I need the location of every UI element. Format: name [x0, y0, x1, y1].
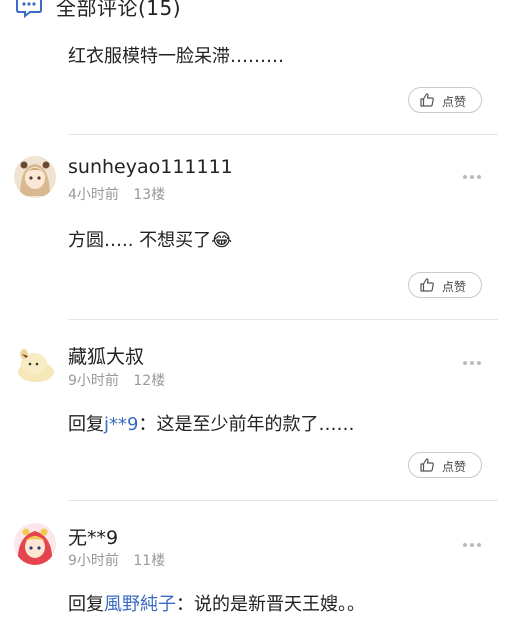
thumbs-up-icon — [420, 458, 434, 472]
comment-text: 红衣服模特一脸呆滞……… — [68, 46, 284, 67]
page-title: 全部评论(15) — [56, 0, 182, 20]
thumbs-up-icon — [420, 93, 434, 107]
comment-meta: 9小时前 11楼 — [68, 550, 175, 570]
more-options-icon[interactable] — [463, 350, 485, 365]
comment-text: 回复風野純子：说的是新晋天王嫂。。 — [68, 594, 365, 615]
comment-time: 9小时前 — [68, 553, 119, 569]
comments-header: 全部评论(15) — [0, 0, 514, 22]
comment-floor: 13楼 — [133, 187, 166, 203]
comment-time: 9小时前 — [68, 373, 119, 389]
more-options-icon[interactable] — [463, 164, 485, 179]
more-options-icon[interactable] — [463, 532, 485, 547]
like-label: 点赞 — [442, 460, 467, 474]
divider — [68, 134, 498, 135]
reply-to-user-link[interactable]: 風野純子 — [104, 594, 176, 615]
avatar[interactable] — [14, 342, 56, 384]
comment-text: 回复j**9：这是至少前年的款了…… — [68, 414, 355, 435]
comment-icon — [16, 0, 42, 18]
anime-girl-avatar-icon — [14, 156, 56, 198]
username[interactable]: 无**9 — [68, 523, 118, 550]
like-button[interactable]: 点赞 — [408, 87, 482, 113]
comment-floor: 11楼 — [133, 553, 166, 569]
avatar[interactable] — [14, 523, 56, 565]
like-label: 点赞 — [442, 95, 467, 109]
like-label: 点赞 — [442, 280, 467, 294]
sailor-moon-avatar-icon — [14, 523, 56, 565]
username[interactable]: 藏狐大叔 — [68, 342, 144, 369]
laughing-emoji-icon: 😂 — [211, 230, 233, 251]
divider — [68, 500, 498, 501]
like-button[interactable]: 点赞 — [408, 452, 482, 478]
reply-to-user-link[interactable]: j**9 — [104, 414, 138, 435]
comment-meta: 9小时前 12楼 — [68, 370, 175, 390]
comment-time: 4小时前 — [68, 187, 119, 203]
like-button[interactable]: 点赞 — [408, 272, 482, 298]
thumbs-up-icon — [420, 278, 434, 292]
username[interactable]: sunheyao111111 — [68, 156, 233, 178]
divider — [68, 319, 498, 320]
yellow-bear-avatar-icon — [18, 349, 54, 382]
avatar[interactable] — [14, 156, 56, 198]
comment-text: 方圆….. 不想买了😂 — [68, 230, 233, 251]
comment-meta: 4小时前 13楼 — [68, 184, 175, 204]
comment-floor: 12楼 — [133, 373, 166, 389]
